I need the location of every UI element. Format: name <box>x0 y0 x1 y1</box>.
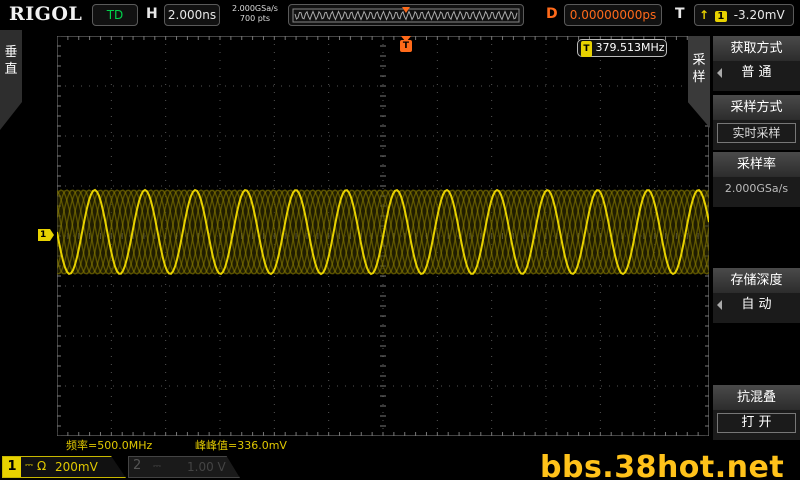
trigger-level: -3.20mV <box>733 8 785 22</box>
menu-anti-aliasing[interactable]: 抗混叠 打 开 <box>713 385 800 440</box>
waveform-display[interactable] <box>57 36 709 436</box>
vertical-tab[interactable]: 垂 直 <box>0 30 22 130</box>
menu-memory-depth[interactable]: 存储深度 自 动 <box>713 268 800 323</box>
menu-acquire-mode-title: 获取方式 <box>713 36 800 61</box>
menu-sample-rate-title: 采样率 <box>713 152 800 177</box>
menu-anti-aliasing-value: 打 开 <box>717 413 796 433</box>
trigger-source-badge: 1 <box>714 11 727 22</box>
delay-label: D <box>546 6 558 22</box>
sample-rate-readout: 2.000GSa/s <box>232 4 278 13</box>
sample-info: 2.000GSa/s 700 pts <box>225 4 285 24</box>
memory-overview-wave <box>292 7 520 23</box>
ch1-number: 1 <box>3 457 21 477</box>
ch1-scale: 200mV <box>55 460 98 474</box>
ch2-number: 2 <box>133 458 142 473</box>
bottom-channel-bar: 1 ⎓ Ω 200mV 2 ⎓ 1.00 V bbs.38hot.net <box>0 450 800 480</box>
counter-value: 379.513MHz <box>595 41 665 54</box>
ch2-coupling-icon: ⎓ <box>153 461 161 472</box>
menu-acquire-mode[interactable]: 获取方式 普 通 <box>713 36 800 91</box>
menu-sample-rate[interactable]: 采样率 2.000GSa/s <box>713 152 800 207</box>
horizontal-timebase[interactable]: 2.000ns <box>164 4 220 26</box>
left-arrow-icon <box>717 68 722 78</box>
rising-edge-icon: ↑ <box>699 8 710 22</box>
left-arrow-icon <box>717 300 722 310</box>
horizontal-label: H <box>146 6 158 22</box>
trigger-position-icon[interactable]: T <box>400 40 412 52</box>
menu-sampling-mode-title: 采样方式 <box>713 95 800 120</box>
memory-depth-readout: 700 pts <box>239 14 271 23</box>
counter-icon: T <box>581 41 592 57</box>
menu-tab-label-2: 样 <box>692 70 706 85</box>
menu-acquire-mode-value: 普 通 <box>713 61 800 85</box>
acquire-menu-tab[interactable]: 采 样 <box>688 36 710 128</box>
ch2-scale: 1.00 V <box>187 460 226 474</box>
measurement-frequency: 频率=500.0MHz <box>66 439 153 452</box>
top-status-bar: RIGOL TD H 2.000ns 2.000GSa/s 700 pts D … <box>0 0 800 30</box>
menu-anti-aliasing-title: 抗混叠 <box>713 385 800 410</box>
watermark: bbs.38hot.net <box>540 450 785 480</box>
horizontal-delay[interactable]: 0.00000000ps <box>564 4 662 26</box>
menu-memory-depth-value: 自 动 <box>713 293 800 317</box>
ch1-marker-label: 1 <box>40 230 47 240</box>
ch2-channel-button[interactable]: 2 ⎓ 1.00 V <box>128 456 240 478</box>
menu-sampling-mode[interactable]: 采样方式 实时采样 <box>713 95 800 150</box>
memory-overview[interactable] <box>288 4 524 26</box>
vertical-tab-label-2: 直 <box>4 62 18 77</box>
acquire-menu: 采 样 获取方式 普 通 采样方式 实时采样 采样率 2.000GSa/s 存储… <box>688 30 800 450</box>
run-status[interactable]: TD <box>92 4 138 26</box>
menu-memory-depth-title: 存储深度 <box>713 268 800 293</box>
trigger-label: T <box>675 6 685 22</box>
trigger-settings[interactable]: ↑ 1 -3.20mV <box>694 4 794 26</box>
measurement-vpp: 峰峰值=336.0mV <box>195 439 287 452</box>
rigol-logo: RIGOL <box>9 3 83 25</box>
ch1-channel-button[interactable]: 1 ⎓ Ω 200mV <box>2 456 126 478</box>
ch1-coupling-icon: ⎓ <box>25 460 33 471</box>
frequency-counter: T 379.513MHz <box>577 39 667 57</box>
ch1-impedance-icon: Ω <box>37 459 47 473</box>
vertical-tab-label-1: 垂 <box>4 45 18 60</box>
menu-sampling-mode-value: 实时采样 <box>717 123 796 143</box>
menu-tab-label-1: 采 <box>692 53 706 68</box>
menu-sample-rate-value: 2.000GSa/s <box>724 182 789 195</box>
ch1-ground-marker[interactable]: 1 <box>38 229 54 241</box>
ch1-waveform <box>57 188 709 276</box>
